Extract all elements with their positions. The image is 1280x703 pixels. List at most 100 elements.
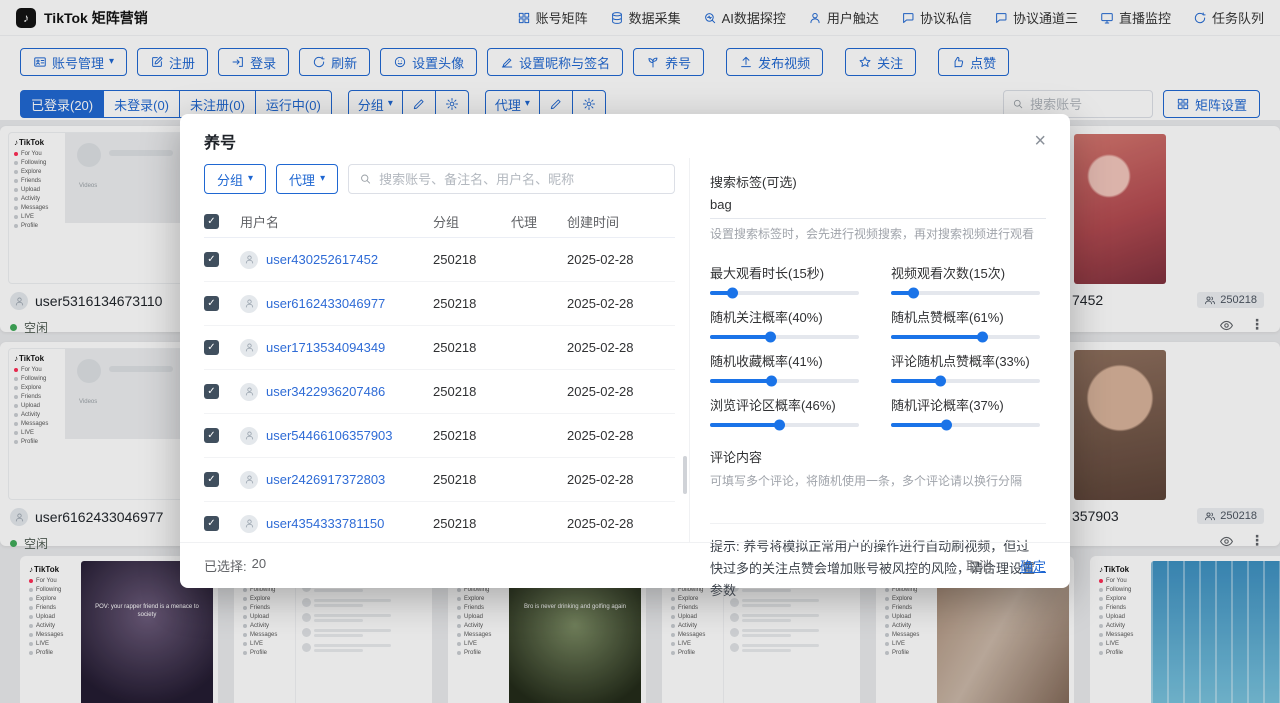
username-link[interactable]: user1713534094349 — [266, 340, 385, 355]
person-icon — [244, 518, 255, 529]
account-select-panel: 分组▾ 代理▾ ✓ 用户名 分组 代理 创建时间 — [204, 158, 689, 542]
modal-search-input[interactable] — [379, 172, 664, 187]
slider-thumb[interactable] — [727, 288, 738, 299]
username-link[interactable]: user4354333781150 — [266, 516, 384, 531]
row-checkbox[interactable]: ✓ — [204, 296, 219, 311]
search-tag-input[interactable] — [710, 191, 1046, 219]
username-link[interactable]: user430252617452 — [266, 252, 378, 267]
slider-fill — [891, 423, 946, 427]
avatar — [240, 383, 258, 401]
search-icon — [359, 172, 372, 186]
slider-track[interactable] — [710, 423, 859, 427]
group-cell: 250218 — [433, 384, 511, 399]
row-checkbox[interactable]: ✓ — [204, 428, 219, 443]
modal-filters: 分组▾ 代理▾ — [204, 164, 675, 194]
table-rows: ✓ user430252617452 250218 2025-02-28 ✓ — [204, 238, 675, 542]
group-cell: 250218 — [433, 252, 511, 267]
group-cell: 250218 — [433, 428, 511, 443]
username-link[interactable]: user6162433046977 — [266, 296, 385, 311]
table-row: ✓ user2426917372803 250218 2025-02-28 — [204, 458, 675, 502]
selected-count: 已选择:20 — [204, 556, 266, 575]
modal-footer: 已选择:20 取消 确定 — [180, 542, 1070, 588]
avatar — [240, 427, 258, 445]
slider-thumb[interactable] — [977, 332, 988, 343]
probability-slider: 随机关注概率(40%) — [710, 307, 865, 339]
slider-track[interactable] — [710, 379, 859, 383]
created-cell: 2025-02-28 — [567, 296, 675, 311]
group-cell: 250218 — [433, 296, 511, 311]
created-cell: 2025-02-28 — [567, 252, 675, 267]
slider-fill — [891, 291, 913, 295]
row-checkbox[interactable]: ✓ — [204, 384, 219, 399]
slider-thumb[interactable] — [774, 420, 785, 431]
slider-track[interactable] — [891, 291, 1040, 295]
slider-track[interactable] — [891, 423, 1040, 427]
username-link[interactable]: user2426917372803 — [266, 472, 385, 487]
slider-label: 浏览评论区概率(46%) — [710, 395, 865, 414]
comment-hint: 可填写多个评论，将随机使用一条，多个评论请以换行分隔 — [710, 472, 1046, 490]
slider-track[interactable] — [710, 335, 859, 339]
slider-thumb[interactable] — [765, 332, 776, 343]
table-row: ✓ user430252617452 250218 2025-02-28 — [204, 238, 675, 282]
slider-label: 随机评论概率(37%) — [891, 395, 1046, 414]
modal-search — [348, 164, 675, 194]
person-icon — [244, 298, 255, 309]
created-cell: 2025-02-28 — [567, 384, 675, 399]
slider-thumb[interactable] — [766, 376, 777, 387]
modal-proxy-dropdown[interactable]: 代理▾ — [276, 164, 338, 194]
confirm-button[interactable]: 确定 — [1020, 556, 1046, 575]
modal-body: 分组▾ 代理▾ ✓ 用户名 分组 代理 创建时间 — [180, 158, 1070, 542]
chevron-down-icon: ▾ — [320, 174, 325, 184]
avatar — [240, 251, 258, 269]
row-checkbox[interactable]: ✓ — [204, 516, 219, 531]
header-proxy: 代理 — [511, 212, 567, 231]
comment-textarea[interactable] — [710, 490, 1046, 508]
modal-group-dropdown[interactable]: 分组▾ — [204, 164, 266, 194]
table-row: ✓ user1713534094349 250218 2025-02-28 — [204, 326, 675, 370]
slider-track[interactable] — [891, 335, 1040, 339]
select-all-checkbox[interactable]: ✓ — [204, 214, 219, 229]
nurture-settings-panel: 搜索标签(可选) 设置搜索标签时，会先进行视频搜索，再对搜索视频进行观看 最大观… — [689, 158, 1046, 542]
probability-slider: 视频观看次数(15次) — [891, 263, 1046, 295]
header-group: 分组 — [433, 212, 511, 231]
created-cell: 2025-02-28 — [567, 472, 675, 487]
cancel-button[interactable]: 取消 — [966, 556, 992, 575]
person-icon — [244, 474, 255, 485]
table-row: ✓ user54466106357903 250218 2025-02-28 — [204, 414, 675, 458]
close-icon[interactable]: × — [1034, 131, 1046, 151]
person-icon — [244, 254, 255, 265]
header-username: 用户名 — [240, 212, 433, 231]
comment-label: 评论内容 — [710, 447, 1046, 466]
row-checkbox[interactable]: ✓ — [204, 252, 219, 267]
row-checkbox[interactable]: ✓ — [204, 472, 219, 487]
username-link[interactable]: user54466106357903 — [266, 428, 393, 443]
row-checkbox[interactable]: ✓ — [204, 340, 219, 355]
slider-fill — [891, 379, 940, 383]
person-icon — [244, 430, 255, 441]
footer-actions: 取消 确定 — [966, 556, 1046, 575]
slider-track[interactable] — [891, 379, 1040, 383]
probability-sliders: 最大观看时长(15秒) 视频观看次数(15次) 随机关注概率(4 — [710, 263, 1046, 427]
username-link[interactable]: user3422936207486 — [266, 384, 385, 399]
slider-label: 随机收藏概率(41%) — [710, 351, 865, 370]
header-created: 创建时间 — [567, 212, 675, 231]
created-cell: 2025-02-28 — [567, 428, 675, 443]
avatar — [240, 515, 258, 533]
slider-track[interactable] — [710, 291, 859, 295]
table-row: ✓ user3422936207486 250218 2025-02-28 — [204, 370, 675, 414]
group-cell: 250218 — [433, 516, 511, 531]
account-table: ✓ 用户名 分组 代理 创建时间 ✓ user430252617452 — [204, 206, 675, 542]
person-icon — [244, 386, 255, 397]
slider-label: 随机点赞概率(61%) — [891, 307, 1046, 326]
slider-thumb[interactable] — [935, 376, 946, 387]
group-cell: 250218 — [433, 472, 511, 487]
table-header: ✓ 用户名 分组 代理 创建时间 — [204, 206, 675, 238]
probability-slider: 浏览评论区概率(46%) — [710, 395, 865, 427]
slider-thumb[interactable] — [908, 288, 919, 299]
slider-thumb[interactable] — [941, 420, 952, 431]
table-scrollbar[interactable] — [683, 456, 687, 494]
chevron-down-icon: ▾ — [248, 174, 253, 184]
person-icon — [244, 342, 255, 353]
probability-slider: 随机收藏概率(41%) — [710, 351, 865, 383]
avatar — [240, 471, 258, 489]
